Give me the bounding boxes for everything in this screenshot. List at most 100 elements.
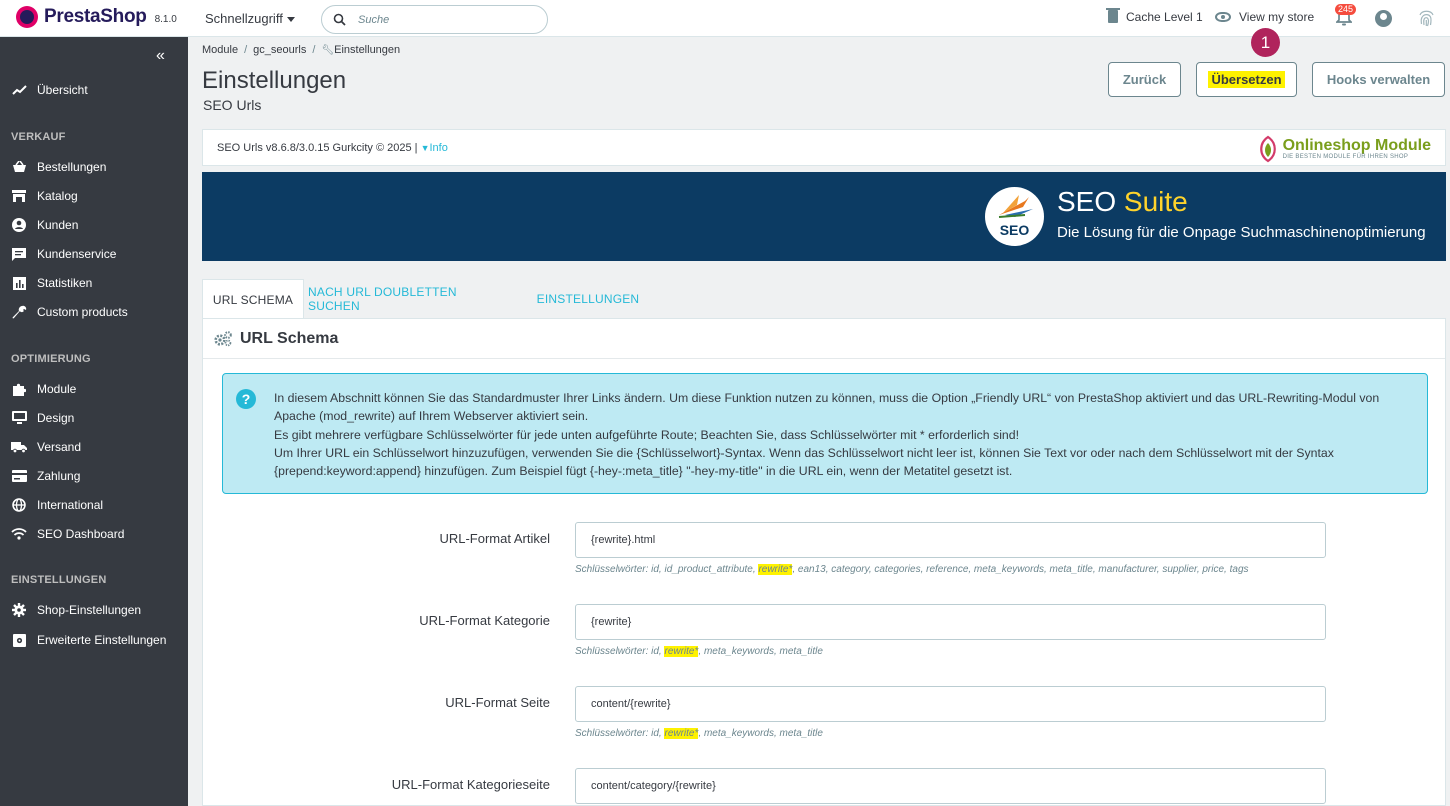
tab-einstellungen[interactable]: EINSTELLUNGEN bbox=[528, 279, 648, 319]
url-format-artikel-input[interactable] bbox=[575, 522, 1326, 558]
sidebar-item-label: Kunden bbox=[37, 218, 79, 232]
view-store-label: View my store bbox=[1239, 10, 1315, 24]
search-box[interactable] bbox=[321, 5, 548, 34]
help-text: , ean13, category, categories, reference… bbox=[792, 564, 1249, 575]
sidebar-item-label: Module bbox=[37, 382, 77, 396]
url-format-seite-input[interactable] bbox=[575, 686, 1326, 722]
sidebar-item-statistiken[interactable]: Statistiken bbox=[0, 271, 188, 295]
seo-suite-banner: SEO SEO Suite Die Lösung für die Onpage … bbox=[202, 172, 1446, 261]
cache-level-button[interactable]: Cache Level 1 bbox=[1106, 8, 1203, 24]
sidebar-item-label: Versand bbox=[37, 440, 82, 454]
user-circle-icon bbox=[11, 218, 27, 232]
logo-text: PrestaShop bbox=[44, 6, 147, 27]
translate-button[interactable]: Übersetzen bbox=[1196, 62, 1297, 97]
view-store-link[interactable]: View my store bbox=[1215, 10, 1314, 24]
seo-logo: SEO bbox=[985, 187, 1044, 246]
field-help: Schlüsselwörter: id, id_product_attribut… bbox=[575, 564, 1249, 575]
monitor-icon bbox=[11, 411, 27, 425]
cogs-icon bbox=[214, 331, 232, 347]
info-link[interactable]: ▼Info bbox=[421, 142, 448, 154]
required-keyword: rewrite* bbox=[664, 646, 699, 657]
version-label: 8.1.0 bbox=[154, 13, 177, 25]
info-alert: ? In diesem Abschnitt können Sie das Sta… bbox=[222, 373, 1428, 494]
sidebar-item-zahlung[interactable]: Zahlung bbox=[0, 464, 188, 488]
sidebar-item-label: International bbox=[37, 498, 104, 512]
wifi-icon bbox=[11, 527, 27, 541]
cache-label: Cache Level 1 bbox=[1126, 10, 1203, 24]
required-keyword: rewrite* bbox=[664, 728, 699, 739]
notification-badge: 245 bbox=[1335, 4, 1357, 15]
field-help: Schlüsselwörter: id, rewrite*, meta_keyw… bbox=[575, 646, 823, 657]
banner-title-main: SEO bbox=[1057, 186, 1117, 217]
bird-of-paradise-icon bbox=[998, 195, 1033, 218]
field-label: URL-Format Kategorie bbox=[419, 613, 550, 628]
basket-icon bbox=[11, 160, 27, 174]
account-icon[interactable] bbox=[1375, 10, 1392, 27]
truck-icon bbox=[11, 440, 27, 454]
sidebar-item-international[interactable]: International bbox=[0, 493, 188, 517]
sidebar-item-label: Custom products bbox=[37, 305, 128, 319]
sidebar-item-module[interactable]: Module bbox=[0, 377, 188, 401]
field-label: URL-Format Seite bbox=[445, 695, 550, 710]
sidebar-item-custom-products[interactable]: Custom products bbox=[0, 300, 188, 324]
breadcrumb: Module / gc_seourls / 🔧︎Einstellungen bbox=[202, 44, 400, 56]
step-badge: 1 bbox=[1251, 28, 1280, 57]
module-info-bar: SEO Urls v8.6.8/3.0.15 Gurkcity © 2025 |… bbox=[202, 129, 1446, 166]
eye-icon bbox=[1215, 12, 1231, 22]
sidebar-item-design[interactable]: Design bbox=[0, 406, 188, 430]
brand-title: Onlineshop Module bbox=[1282, 137, 1431, 154]
sidebar-section-verkauf: VERKAUF bbox=[11, 131, 66, 143]
panel-header: URL Schema bbox=[203, 319, 1445, 359]
chat-icon bbox=[11, 247, 27, 261]
panel-title: URL Schema bbox=[240, 330, 339, 347]
quick-access-dropdown[interactable]: Schnellzugriff bbox=[205, 11, 295, 26]
url-format-kategorie-input[interactable] bbox=[575, 604, 1326, 640]
tab-bar: URL SCHEMA NACH URL DOUBLETTEN SUCHEN EI… bbox=[202, 279, 1446, 319]
collapse-sidebar-icon[interactable]: « bbox=[156, 47, 165, 65]
prestashop-logo[interactable]: PrestaShop 8.1.0 bbox=[16, 6, 177, 28]
sidebar-item-label: SEO Dashboard bbox=[37, 527, 125, 541]
url-format-kategorieseite-input[interactable] bbox=[575, 768, 1326, 804]
breadcrumb-item: Einstellungen bbox=[334, 44, 401, 56]
fingerprint-icon[interactable] bbox=[1418, 9, 1435, 27]
onlineshop-module-logo[interactable]: Onlineshop Module DIE BESTEN MODULE FÜR … bbox=[1257, 134, 1431, 164]
sidebar-item-label: Shop-Einstellungen bbox=[37, 603, 142, 617]
seo-logo-text: SEO bbox=[999, 222, 1030, 238]
tab-url-schema[interactable]: URL SCHEMA bbox=[202, 279, 304, 319]
wrench-icon bbox=[11, 305, 27, 319]
sidebar-item-uebersicht[interactable]: Übersicht bbox=[0, 78, 188, 102]
sidebar-item-kunden[interactable]: Kunden bbox=[0, 213, 188, 237]
sidebar-item-bestellungen[interactable]: Bestellungen bbox=[0, 155, 188, 179]
breadcrumb-separator: / bbox=[244, 44, 248, 56]
credit-card-icon bbox=[11, 469, 27, 483]
field-label: URL-Format Artikel bbox=[439, 531, 550, 546]
sidebar-item-versand[interactable]: Versand bbox=[0, 435, 188, 459]
settings-box-icon bbox=[11, 633, 27, 647]
sidebar-item-erweiterte-einstellungen[interactable]: Erweiterte Einstellungen bbox=[0, 628, 188, 652]
search-input[interactable] bbox=[358, 11, 538, 29]
back-button[interactable]: Zurück bbox=[1108, 62, 1181, 97]
module-version-label: SEO Urls v8.6.8/3.0.15 Gurkcity © 2025 | bbox=[217, 142, 418, 154]
sidebar-item-shop-einstellungen[interactable]: Shop-Einstellungen bbox=[0, 598, 188, 622]
sidebar-item-label: Zahlung bbox=[37, 469, 81, 483]
help-text: , meta_keywords, meta_title bbox=[698, 728, 823, 739]
banner-subtitle: Die Lösung für die Onpage Suchmaschineno… bbox=[1057, 224, 1426, 241]
sidebar-item-label: Erweiterte Einstellungen bbox=[37, 633, 167, 647]
breadcrumb-item[interactable]: gc_seourls bbox=[253, 44, 306, 56]
breadcrumb-item[interactable]: Module bbox=[202, 44, 238, 56]
alert-line: Es gibt mehrere verfügbare Schlüsselwört… bbox=[274, 427, 1020, 442]
sidebar-item-seo-dashboard[interactable]: SEO Dashboard bbox=[0, 522, 188, 546]
tab-url-doubletten[interactable]: NACH URL DOUBLETTEN SUCHEN bbox=[308, 279, 512, 319]
sidebar-item-kundenservice[interactable]: Kundenservice bbox=[0, 242, 188, 266]
alert-line: Um Ihrer URL ein Schlüsselwort hinzuzufü… bbox=[274, 445, 1334, 479]
globe-icon bbox=[11, 498, 27, 512]
sidebar-item-label: Katalog bbox=[37, 189, 78, 203]
top-bar: PrestaShop 8.1.0 Schnellzugriff Cache Le… bbox=[0, 0, 1450, 37]
store-icon bbox=[11, 189, 27, 203]
sidebar-item-label: Übersicht bbox=[37, 83, 88, 97]
leaf-logo-icon bbox=[1259, 135, 1276, 163]
sidebar-item-katalog[interactable]: Katalog bbox=[0, 184, 188, 208]
manage-hooks-button[interactable]: Hooks verwalten bbox=[1312, 62, 1445, 97]
required-keyword: rewrite* bbox=[758, 564, 793, 575]
caret-down-icon bbox=[286, 17, 295, 23]
